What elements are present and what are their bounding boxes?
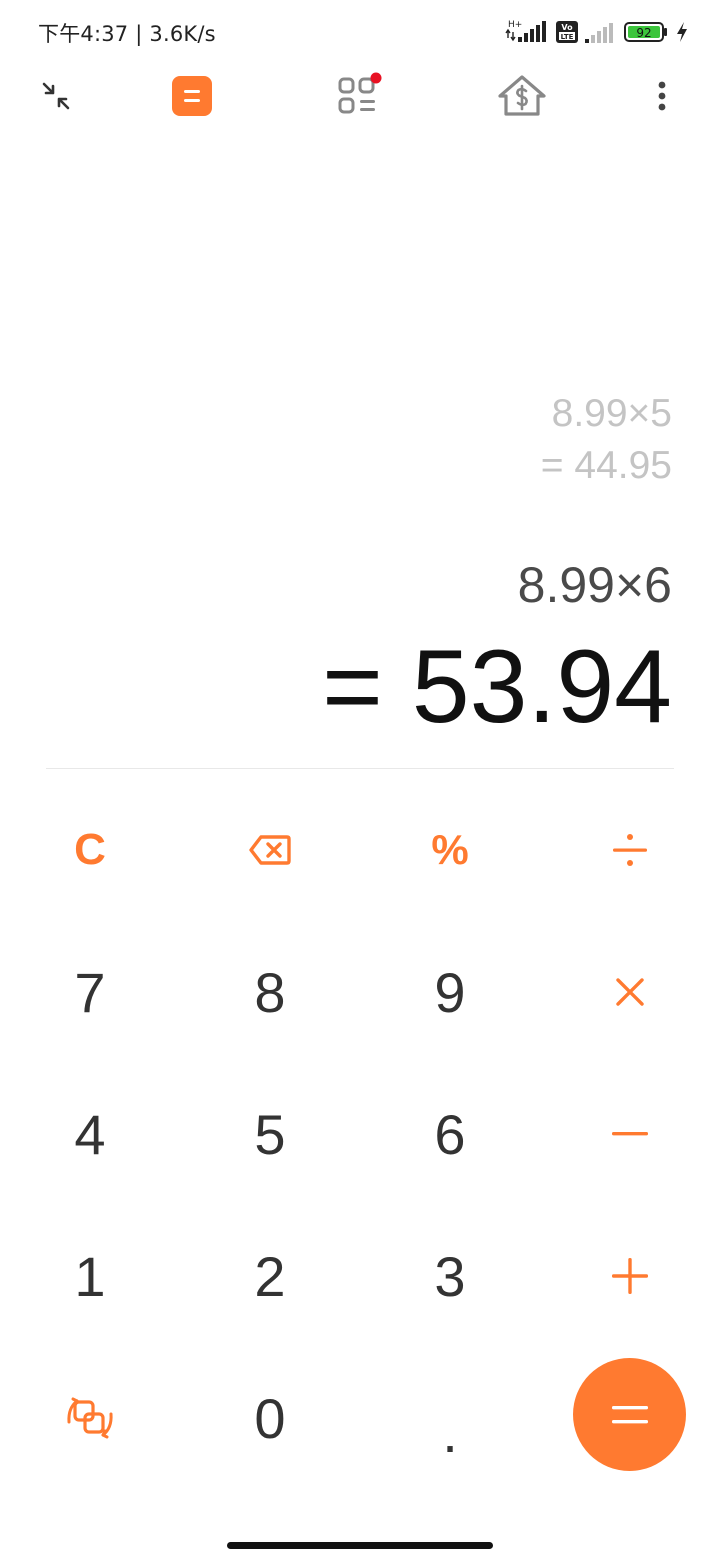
status-time-speed: 下午4:37 | 3.6K/s [38,22,216,46]
clear-label: C [74,825,106,874]
digit-5-button[interactable]: 5 [180,1063,360,1205]
volte-label-top: Vo [561,23,573,32]
backspace-button[interactable] [180,779,360,921]
decimal-point-button[interactable]: . [360,1347,540,1465]
divide-icon [613,834,647,866]
collapse-icon[interactable] [24,64,88,128]
multiply-button[interactable] [540,921,720,1063]
percent-button[interactable]: % [360,779,540,921]
divider [46,768,674,769]
volte-label-bottom: LTE [561,33,574,41]
digit-1-button[interactable]: 1 [0,1205,180,1347]
calculator-icon [172,76,212,116]
grid-menu-icon [338,72,382,114]
minus-button[interactable] [540,1063,720,1205]
plus-button[interactable] [540,1205,720,1347]
minus-icon [612,1132,648,1136]
digit-8-button[interactable]: 8 [180,921,360,1063]
backspace-icon [249,835,291,865]
digit-9-button[interactable]: 9 [360,921,540,1063]
signal-h-plus-icon: H+ [504,19,550,45]
history-result[interactable]: = 44.95 [541,444,672,488]
percent-label: % [431,826,469,873]
convert-icon [67,1397,113,1439]
volte-icon: Vo LTE [556,21,578,43]
mortgage-icon [498,75,546,116]
equals-icon [611,1405,648,1423]
toolbar [0,64,720,128]
convert-button[interactable] [0,1347,180,1489]
divide-button[interactable] [540,779,720,921]
battery-level: 92 [636,26,651,40]
grid-menu-button[interactable] [326,64,390,128]
charging-icon [676,21,688,43]
digit-7-button[interactable]: 7 [0,921,180,1063]
history-expression[interactable]: 8.99×5 [552,392,672,436]
equals-button[interactable] [573,1358,686,1471]
clear-button[interactable]: C [0,779,180,921]
status-bar: 下午4:37 | 3.6K/s H+ Vo LTE 92 [0,0,720,64]
digit-3-button[interactable]: 3 [360,1205,540,1347]
network-type-label: H+ [508,20,522,30]
status-icons: H+ Vo LTE 92 [504,18,688,46]
more-options-button[interactable] [630,64,694,128]
home-indicator[interactable] [227,1542,493,1549]
digit-4-button[interactable]: 4 [0,1063,180,1205]
mortgage-button[interactable] [490,64,554,128]
more-icon [658,81,666,111]
notification-dot [370,72,382,84]
digit-6-button[interactable]: 6 [360,1063,540,1205]
current-expression[interactable]: 8.99×6 [518,556,672,614]
multiply-icon [616,978,644,1006]
battery-icon: 92 [624,21,670,43]
plus-icon [612,1258,648,1294]
signal-icon [584,20,618,44]
calculator-mode-button[interactable] [160,64,224,128]
digit-2-button[interactable]: 2 [180,1205,360,1347]
current-result[interactable]: = 53.94 [322,630,672,745]
digit-0-button[interactable]: 0 [180,1347,360,1489]
